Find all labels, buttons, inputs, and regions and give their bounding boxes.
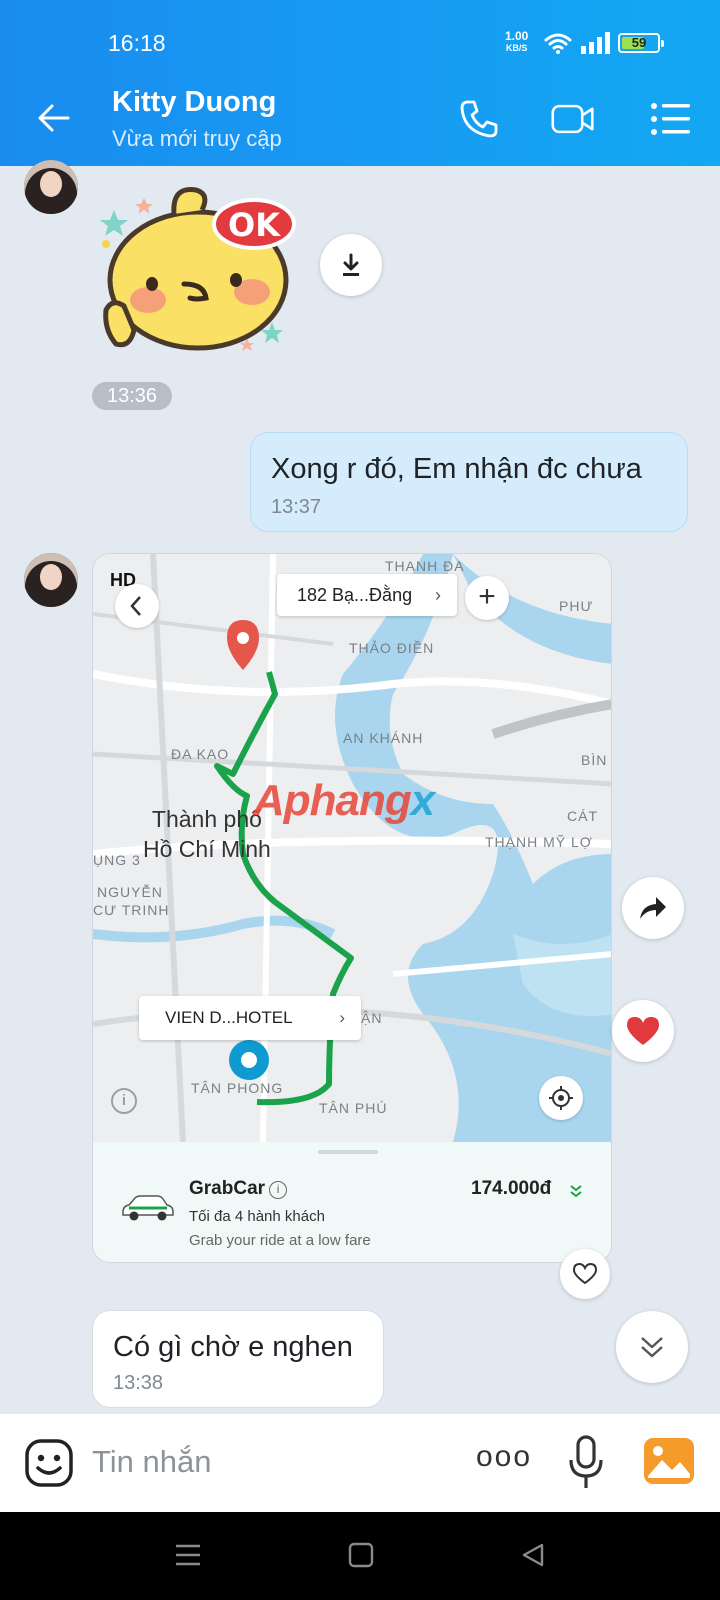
scroll-to-bottom-button[interactable]	[616, 1311, 688, 1383]
message-text: Xong r đó, Em nhận đc chưa	[271, 453, 642, 485]
message-text: Có gì chờ e nghen	[113, 1331, 353, 1363]
download-icon	[343, 253, 359, 276]
status-time: 16:18	[108, 30, 166, 56]
chevron-right-icon: ›	[339, 1008, 345, 1027]
ride-capacity: Tối đa 4 hành khách	[189, 1208, 325, 1225]
map-label: NGUYỄN	[97, 884, 163, 900]
heart-icon	[627, 1017, 659, 1045]
map-view[interactable]: THANH ĐA PHƯ THẢO ĐIỀN AN KHÁNH BÌN ĐA K…	[93, 554, 611, 1142]
phone-icon[interactable]	[456, 96, 502, 142]
message-input[interactable]: Tin nhắn	[92, 1444, 212, 1480]
map-label: CƯ TRINH	[93, 902, 170, 918]
map-label: TÂN PHONG	[191, 1080, 284, 1096]
pickup-address-chip: 182 Bạ...Đằng ›	[277, 574, 457, 616]
received-message-bubble[interactable]: Có gì chờ e nghen 13:38	[92, 1310, 384, 1408]
battery-level: 59	[631, 35, 647, 50]
ride-slogan: Grab your ride at a low fare	[189, 1232, 371, 1249]
map-label: THẠNH MỸ LỢ	[485, 834, 593, 850]
destination-chip: VIEN D...HOTEL ›	[139, 996, 361, 1040]
ride-name: GrabCar i	[189, 1178, 288, 1200]
reaction-heart-button[interactable]	[612, 1000, 674, 1062]
microphone-icon[interactable]	[566, 1434, 606, 1492]
map-image-message[interactable]: THANH ĐA PHƯ THẢO ĐIỀN AN KHÁNH BÌN ĐA K…	[92, 553, 612, 1263]
map-label: THANH ĐA	[385, 558, 465, 574]
map-label: BÌN	[581, 752, 608, 768]
map-back-button	[115, 584, 159, 628]
menu-icon[interactable]	[648, 96, 694, 142]
chevron-left-icon	[130, 596, 141, 616]
gallery-icon[interactable]	[644, 1438, 694, 1484]
status-bar: 16:18 1.00 KB/S 59	[0, 0, 720, 70]
map-label: ỤNG 3	[93, 852, 141, 868]
share-arrow-icon	[640, 897, 666, 919]
status-icons: 59	[544, 32, 664, 54]
network-speed: 1.00 KB/S	[505, 29, 529, 53]
add-stop-button: +	[465, 576, 509, 620]
ride-option-panel: GrabCar i Tối đa 4 hành khách Grab your r…	[93, 1142, 611, 1262]
sent-message-bubble[interactable]: Xong r đó, Em nhận đc chưa 13:37	[250, 432, 688, 532]
map-label: ẬN	[361, 1010, 383, 1026]
message-input-bar: Tin nhắn ooo	[0, 1414, 720, 1512]
more-options-button[interactable]: ooo	[476, 1440, 532, 1474]
car-icon	[122, 1195, 174, 1221]
city-label: Thành phố Hồ Chí Minh	[143, 806, 271, 862]
download-button[interactable]	[320, 234, 382, 296]
sticker-timestamp: 13:36	[92, 382, 172, 410]
like-button[interactable]	[560, 1249, 610, 1299]
back-triangle-icon[interactable]	[520, 1542, 546, 1568]
promo-chevron-icon	[570, 1185, 582, 1198]
ok-sticker[interactable]: OK	[92, 180, 312, 366]
svg-text:OK: OK	[228, 206, 281, 244]
crosshair-icon	[549, 1086, 573, 1110]
info-icon: i	[269, 1181, 288, 1199]
back-arrow-icon[interactable]	[34, 98, 74, 138]
map-label: PHƯ	[559, 598, 594, 614]
recents-menu-icon[interactable]	[174, 1542, 202, 1568]
contact-name[interactable]: Kitty Duong	[112, 86, 276, 119]
video-call-icon[interactable]	[550, 96, 596, 142]
home-button-icon[interactable]	[348, 1542, 374, 1568]
map-label: AN KHÁNH	[343, 730, 424, 746]
chat-header: Kitty Duong Vừa mới truy cập	[0, 70, 720, 166]
heart-outline-icon	[572, 1262, 598, 1285]
map-label: CÁT	[567, 808, 598, 824]
wifi-icon	[544, 33, 572, 54]
locate-button	[539, 1076, 583, 1120]
message-time: 13:37	[271, 496, 322, 518]
map-label: TÂN PHÚ	[319, 1100, 388, 1116]
system-navigation-bar	[0, 1512, 720, 1600]
info-icon: i	[111, 1088, 137, 1114]
map-label: THẢO ĐIỀN	[349, 640, 435, 656]
contact-avatar[interactable]	[24, 160, 78, 214]
contact-avatar[interactable]	[24, 553, 78, 607]
message-time: 13:38	[113, 1372, 164, 1394]
map-label: ĐA KAO	[171, 746, 230, 762]
contact-status: Vừa mới truy cập	[112, 126, 282, 151]
double-chevron-down-icon	[641, 1337, 663, 1358]
chevron-right-icon: ›	[435, 585, 441, 605]
ride-price: 174.000đ	[471, 1178, 552, 1199]
watermark-logo: Aphangx	[253, 776, 435, 825]
emoji-icon[interactable]	[24, 1438, 74, 1488]
signal-icon	[581, 32, 610, 54]
battery-icon: 59	[618, 33, 664, 53]
forward-button[interactable]	[622, 877, 684, 939]
